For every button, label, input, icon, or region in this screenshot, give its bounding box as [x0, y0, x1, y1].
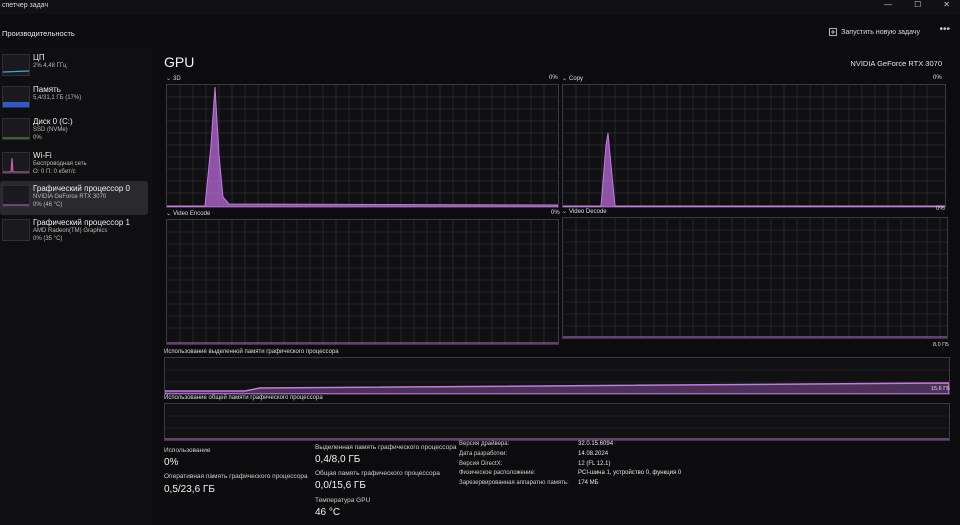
sidebar-item-wifi[interactable]: Wi-Fi Беспроводная сеть О: 0 П: 0 кбит/с [0, 148, 148, 182]
dedicated-memory-graph [164, 357, 950, 395]
sidebar-item-detail-2: 0% [33, 135, 42, 141]
sidebar-item-label: Wi-Fi [33, 151, 52, 160]
engine-percent-copy: 0% [933, 75, 942, 81]
page-title: Производительность [2, 29, 75, 38]
dedicated-memory-stat-value: 0,4/8,0 ГБ [315, 454, 361, 465]
sidebar-item-detail: NVIDIA GeForce RTX 3070 [33, 194, 107, 200]
sidebar-item-detail-2: 0% (35 °C) [33, 236, 63, 242]
run-new-task-label: Запустить новую задачу [841, 28, 920, 36]
sidebar-item-detail: Беспроводная сеть [33, 161, 87, 167]
graph-copy [562, 84, 946, 208]
dedicated-memory-stat-label: Выделенная память графического процессор… [315, 444, 457, 451]
sidebar-item-detail: 5,4/31,1 ГБ (17%) [33, 95, 82, 101]
sidebar-item-detail-2: О: 0 П: 0 кбит/с [33, 169, 76, 175]
engine-selector-video-decode[interactable]: ⌄ Video Decode [562, 208, 607, 215]
engine-percent-video-encode: 0% [551, 210, 560, 216]
prop-value: 14.08.2024 [578, 451, 609, 457]
shared-memory-label: Использование общей памяти графического … [164, 395, 323, 401]
dedicated-memory-label: Использование выделенной памяти графичес… [164, 349, 339, 355]
sidebar: ЦП 2% 4,48 ГГц Память 5,4/31,1 ГБ (17%) … [0, 48, 152, 525]
sidebar-item-detail: SSD (NVMe) [33, 127, 68, 133]
prop-value: PCI-шина 1, устройство 0, функция 0 [578, 470, 682, 476]
sidebar-item-detail: AMD Radeon(TM) Graphics [33, 228, 108, 234]
prop-key: Версия DirectX: [459, 461, 503, 467]
utilization-value: 0% [164, 457, 179, 468]
sidebar-item-gpu1[interactable]: Графический процессор 1 AMD Radeon(TM) G… [0, 215, 148, 249]
utilization-label: Использование [164, 447, 211, 454]
sidebar-item-label: Память [33, 85, 61, 94]
graph-3d [166, 84, 559, 208]
sidebar-item-cpu[interactable]: ЦП 2% 4,48 ГГц [0, 50, 148, 84]
shared-memory-max: 15,6 ГБ [931, 386, 950, 392]
shared-memory-stat-value: 0,0/15,6 ГБ [315, 480, 366, 491]
prop-value: 32.0.15.6094 [578, 441, 614, 447]
chevron-down-icon: ⌄ [562, 76, 568, 82]
prop-key: Физическое расположение: [459, 470, 536, 476]
prop-key: Версия драйвера: [459, 441, 510, 447]
engine-percent-video-decode: 0% [936, 206, 945, 212]
disk-thumbnail [2, 118, 30, 140]
engine-selector-copy[interactable]: ⌄ Copy [562, 75, 583, 82]
memory-thumbnail [2, 86, 30, 108]
prop-value: 174 МБ [578, 480, 599, 486]
maximize-icon[interactable]: ☐ [914, 0, 921, 9]
dedicated-memory-max: 8,0 ГБ [933, 342, 949, 348]
close-icon[interactable]: ✕ [943, 0, 950, 9]
sidebar-item-memory[interactable]: Память 5,4/31,1 ГБ (17%) [0, 82, 148, 116]
gpu1-thumbnail [2, 219, 30, 241]
sidebar-item-label: Диск 0 (C:) [33, 117, 73, 126]
window-title: спетчер задач [2, 2, 49, 9]
sidebar-item-disk[interactable]: Диск 0 (C:) SSD (NVMe) 0% [0, 114, 148, 148]
prop-value: 12 (FL 12.1) [578, 461, 611, 467]
sidebar-item-label: ЦП [33, 53, 45, 62]
page-heading: GPU [164, 54, 195, 70]
shared-memory-graph [164, 403, 950, 441]
gpu-model-name: NVIDIA GeForce RTX 3070 [850, 59, 942, 68]
run-task-icon [829, 28, 838, 36]
wifi-thumbnail [2, 152, 30, 174]
gpu-memory-value: 0,5/23,6 ГБ [164, 484, 215, 495]
run-new-task-button[interactable]: Запустить новую задачу [829, 28, 920, 36]
gpu-temp-value: 46 °C [315, 507, 341, 518]
chevron-down-icon: ⌄ [166, 211, 172, 217]
gpu-memory-label: Оперативная память графического процессо… [164, 473, 308, 480]
engine-percent-3d: 0% [549, 75, 558, 81]
prop-key: Дата разработки: [459, 451, 508, 457]
sidebar-item-detail-2: 0% (46 °C) [33, 202, 63, 208]
page-header: Производительность Запустить новую задач… [0, 24, 960, 42]
graph-video-encode [166, 219, 559, 345]
cpu-thumbnail [2, 54, 30, 76]
gpu0-thumbnail [2, 185, 30, 207]
sidebar-item-gpu0[interactable]: Графический процессор 0 NVIDIA GeForce R… [0, 181, 148, 215]
sidebar-item-detail: 2% 4,48 ГГц [33, 63, 67, 69]
engine-selector-video-encode[interactable]: ⌄ Video Encode [166, 210, 210, 217]
graph-video-decode [562, 217, 948, 339]
gpu-temp-label: Температура GPU [315, 497, 371, 504]
window-controls: — ☐ ✕ [884, 0, 950, 9]
shared-memory-stat-label: Общая память графического процессора [315, 470, 440, 477]
sidebar-item-label: Графический процессор 0 [33, 184, 130, 193]
chevron-down-icon: ⌄ [166, 76, 172, 82]
sidebar-item-label: Графический процессор 1 [33, 218, 130, 227]
title-bar: спетчер задач — ☐ ✕ [0, 0, 960, 14]
more-options-icon[interactable]: ••• [939, 24, 950, 35]
prop-key: Зарезервированная аппаратно память: [459, 480, 569, 486]
chevron-down-icon: ⌄ [562, 209, 568, 215]
engine-selector-3d[interactable]: ⌄ 3D [166, 75, 181, 82]
minimize-icon[interactable]: — [884, 0, 892, 9]
